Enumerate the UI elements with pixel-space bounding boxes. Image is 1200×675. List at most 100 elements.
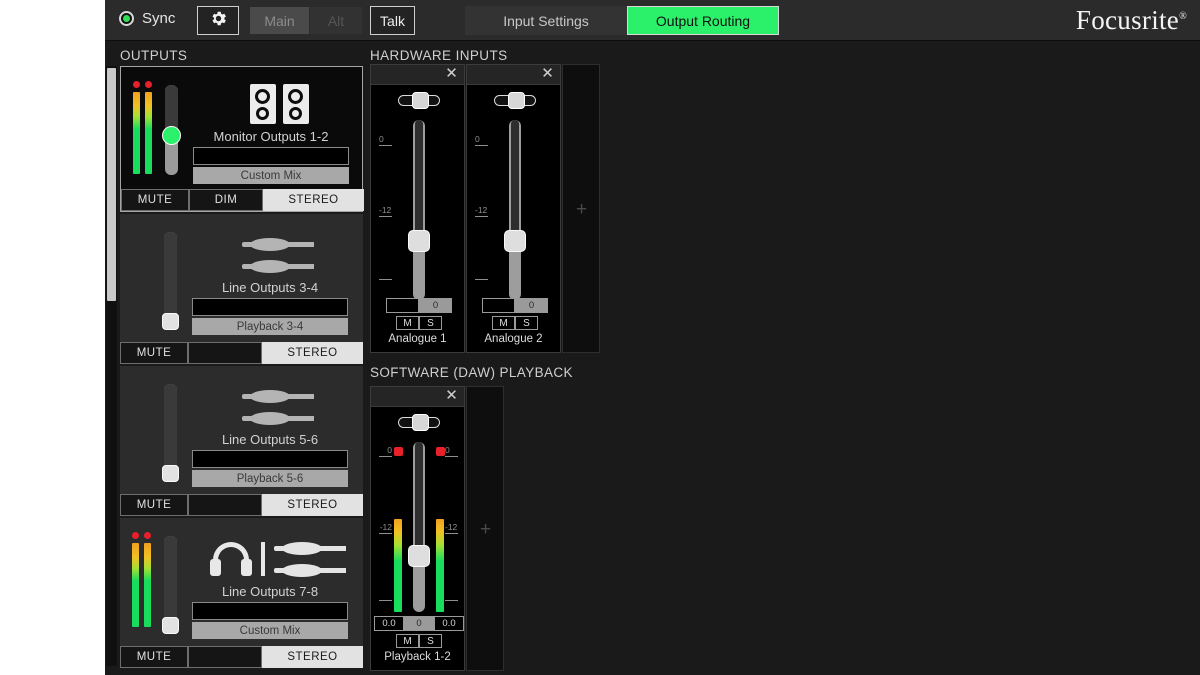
- channel-fader[interactable]: [408, 442, 430, 612]
- sync-indicator: Sync: [119, 10, 175, 27]
- output-button-mute[interactable]: MUTE: [120, 494, 188, 516]
- channel-header: ✕: [467, 65, 560, 85]
- focusrite-logo: Focusrite®: [1076, 5, 1187, 36]
- close-icon[interactable]: ✕: [540, 66, 555, 82]
- output-source-field[interactable]: [192, 602, 348, 620]
- fader-knob[interactable]: [504, 230, 526, 252]
- output-button-stereo[interactable]: STEREO: [262, 494, 363, 516]
- output-button-mute[interactable]: MUTE: [120, 342, 188, 364]
- output-source-select[interactable]: Custom Mix: [192, 622, 348, 639]
- tab-output-routing[interactable]: Output Routing: [627, 6, 779, 35]
- channel-strip[interactable]: ✕ 0 -12 0 M S Analogue 1: [370, 64, 465, 353]
- speakers-icon: [249, 84, 309, 124]
- outputs-scrollbar[interactable]: [106, 66, 117, 666]
- output-fader[interactable]: [162, 536, 179, 634]
- output-button-stereo[interactable]: STEREO: [263, 189, 364, 211]
- pan-slider[interactable]: [398, 414, 440, 431]
- output-strip[interactable]: Line Outputs 7-8 Custom Mix MUTE STEREO: [120, 518, 363, 668]
- output-icon: [199, 81, 359, 127]
- output-strip[interactable]: Monitor Outputs 1-2 Custom Mix MUTE DIM STER…: [120, 66, 364, 212]
- pan-knob[interactable]: [412, 414, 429, 431]
- mute-button[interactable]: M: [396, 634, 419, 648]
- output-source-select[interactable]: Playback 5-6: [192, 470, 348, 487]
- clip-indicator: [436, 447, 445, 456]
- output-button-stereo[interactable]: STEREO: [262, 342, 363, 364]
- fader-knob[interactable]: [408, 230, 430, 252]
- channel-fader[interactable]: [408, 120, 430, 300]
- channel-header: ✕: [371, 387, 464, 407]
- focusrite-control-window: Sync Main Alt Talk Input Settings Output…: [105, 0, 1200, 675]
- solo-button[interactable]: S: [419, 316, 442, 330]
- clip-indicator: [394, 447, 403, 456]
- gain-value-field: [482, 298, 515, 313]
- gain-value-left: 0.0: [374, 616, 404, 631]
- output-button-mute[interactable]: MUTE: [120, 646, 188, 668]
- fader-knob[interactable]: [162, 617, 179, 634]
- mute-solo-row: MS: [396, 316, 442, 330]
- gain-value-row[interactable]: 0: [386, 298, 452, 313]
- level-meter: [132, 543, 139, 627]
- channel-strip[interactable]: ✕ 0 0 -12 -12 0.0 0 0.0 M S Playback 1-2: [370, 386, 465, 671]
- clip-indicator: [132, 532, 139, 539]
- scale-label-bottom-right: [445, 599, 463, 601]
- add-hardware-input-slot[interactable]: +: [562, 64, 600, 353]
- main-button[interactable]: Main: [250, 7, 309, 34]
- output-source-select[interactable]: Custom Mix: [193, 167, 349, 184]
- add-playback-slot[interactable]: +: [466, 386, 504, 671]
- channel-strip[interactable]: ✕ 0 -12 0 M S Analogue 2: [466, 64, 561, 353]
- plus-icon[interactable]: +: [480, 520, 491, 539]
- output-source-field[interactable]: [193, 147, 349, 165]
- channel-fader[interactable]: [504, 120, 526, 300]
- scale-label-0: 0: [475, 134, 488, 146]
- fader-knob[interactable]: [162, 465, 179, 482]
- output-source-select[interactable]: Playback 3-4: [192, 318, 348, 335]
- pan-slider[interactable]: [398, 92, 440, 109]
- output-source-field[interactable]: [192, 298, 348, 316]
- fader-knob[interactable]: [162, 126, 181, 145]
- output-icon: [198, 232, 358, 278]
- output-meters: [133, 81, 152, 174]
- close-icon[interactable]: ✕: [444, 388, 459, 404]
- output-button-mute[interactable]: MUTE: [121, 189, 189, 211]
- solo-button[interactable]: S: [515, 316, 538, 330]
- app-header: Sync Main Alt Talk Input Settings Output…: [105, 0, 1200, 41]
- trs-jacks-icon: [242, 237, 314, 273]
- output-strip[interactable]: Line Outputs 5-6 Playback 5-6 MUTE STEREO: [120, 366, 363, 516]
- output-source-field[interactable]: [192, 450, 348, 468]
- level-meter: [144, 543, 151, 627]
- alt-button[interactable]: Alt: [310, 7, 362, 34]
- settings-button[interactable]: [197, 6, 239, 35]
- output-button-dim[interactable]: DIM: [189, 189, 263, 211]
- gain-value-row[interactable]: 0: [482, 298, 548, 313]
- output-strip[interactable]: Line Outputs 3-4 Playback 3-4 MUTE STEREO: [120, 214, 363, 364]
- output-button-empty: [188, 342, 262, 364]
- output-button-empty: [188, 646, 262, 668]
- output-name: Line Outputs 5-6: [221, 432, 319, 447]
- gain-value: 0: [515, 298, 548, 313]
- gain-value-row[interactable]: 0.0 0 0.0: [374, 616, 464, 631]
- outputs-panel: Monitor Outputs 1-2 Custom Mix MUTE DIM STER…: [120, 66, 364, 668]
- talk-button[interactable]: Talk: [370, 6, 415, 35]
- output-icon: [198, 536, 358, 582]
- solo-button[interactable]: S: [419, 634, 442, 648]
- plus-icon[interactable]: +: [576, 200, 587, 219]
- scale-label-bottom-left: [374, 599, 392, 601]
- output-button-stereo[interactable]: STEREO: [262, 646, 363, 668]
- scale-label-0-left: 0: [374, 445, 392, 457]
- output-name: Line Outputs 3-4: [221, 280, 319, 295]
- scale-label-0-right: 0: [445, 445, 463, 457]
- output-fader[interactable]: [162, 384, 179, 482]
- tab-input-settings[interactable]: Input Settings: [465, 6, 627, 35]
- output-fader[interactable]: [162, 85, 181, 175]
- pan-slider[interactable]: [494, 92, 536, 109]
- fader-knob[interactable]: [408, 545, 430, 567]
- pan-knob[interactable]: [508, 92, 525, 109]
- headphones-icon: [210, 542, 252, 576]
- pan-knob[interactable]: [412, 92, 429, 109]
- mute-button[interactable]: M: [492, 316, 515, 330]
- close-icon[interactable]: ✕: [444, 66, 459, 82]
- mute-button[interactable]: M: [396, 316, 419, 330]
- fader-knob[interactable]: [162, 313, 179, 330]
- output-fader[interactable]: [162, 232, 179, 330]
- scrollbar-thumb[interactable]: [107, 68, 116, 301]
